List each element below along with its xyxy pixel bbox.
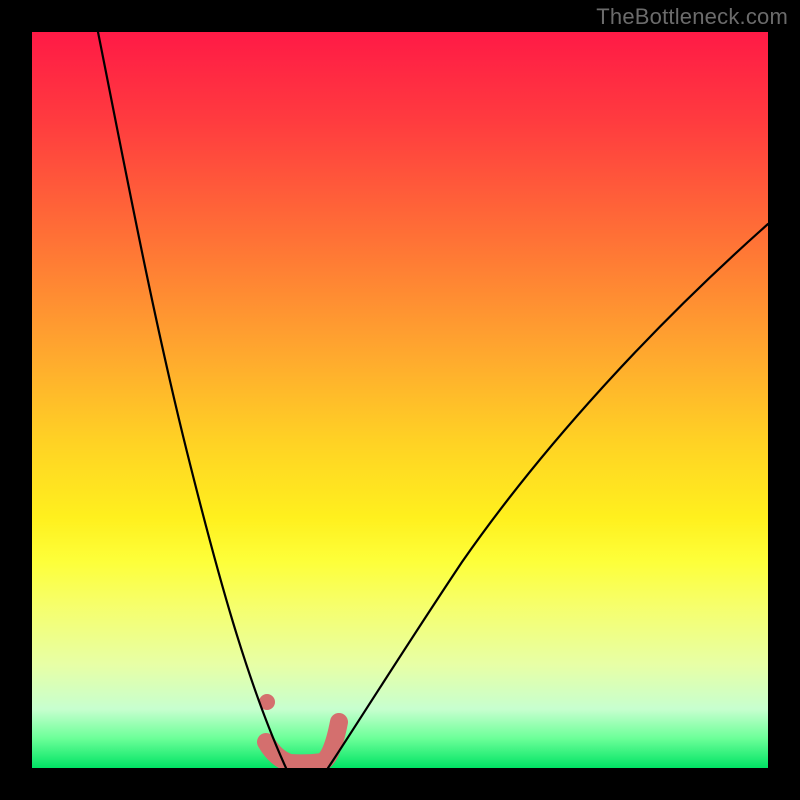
chart-svg xyxy=(32,32,768,768)
curve-right-branch xyxy=(328,224,768,768)
valley-highlight xyxy=(266,722,339,763)
chart-frame: TheBottleneck.com xyxy=(0,0,800,800)
curve-left-branch xyxy=(98,32,286,768)
chart-plot-area xyxy=(32,32,768,768)
attribution-label: TheBottleneck.com xyxy=(596,4,788,30)
